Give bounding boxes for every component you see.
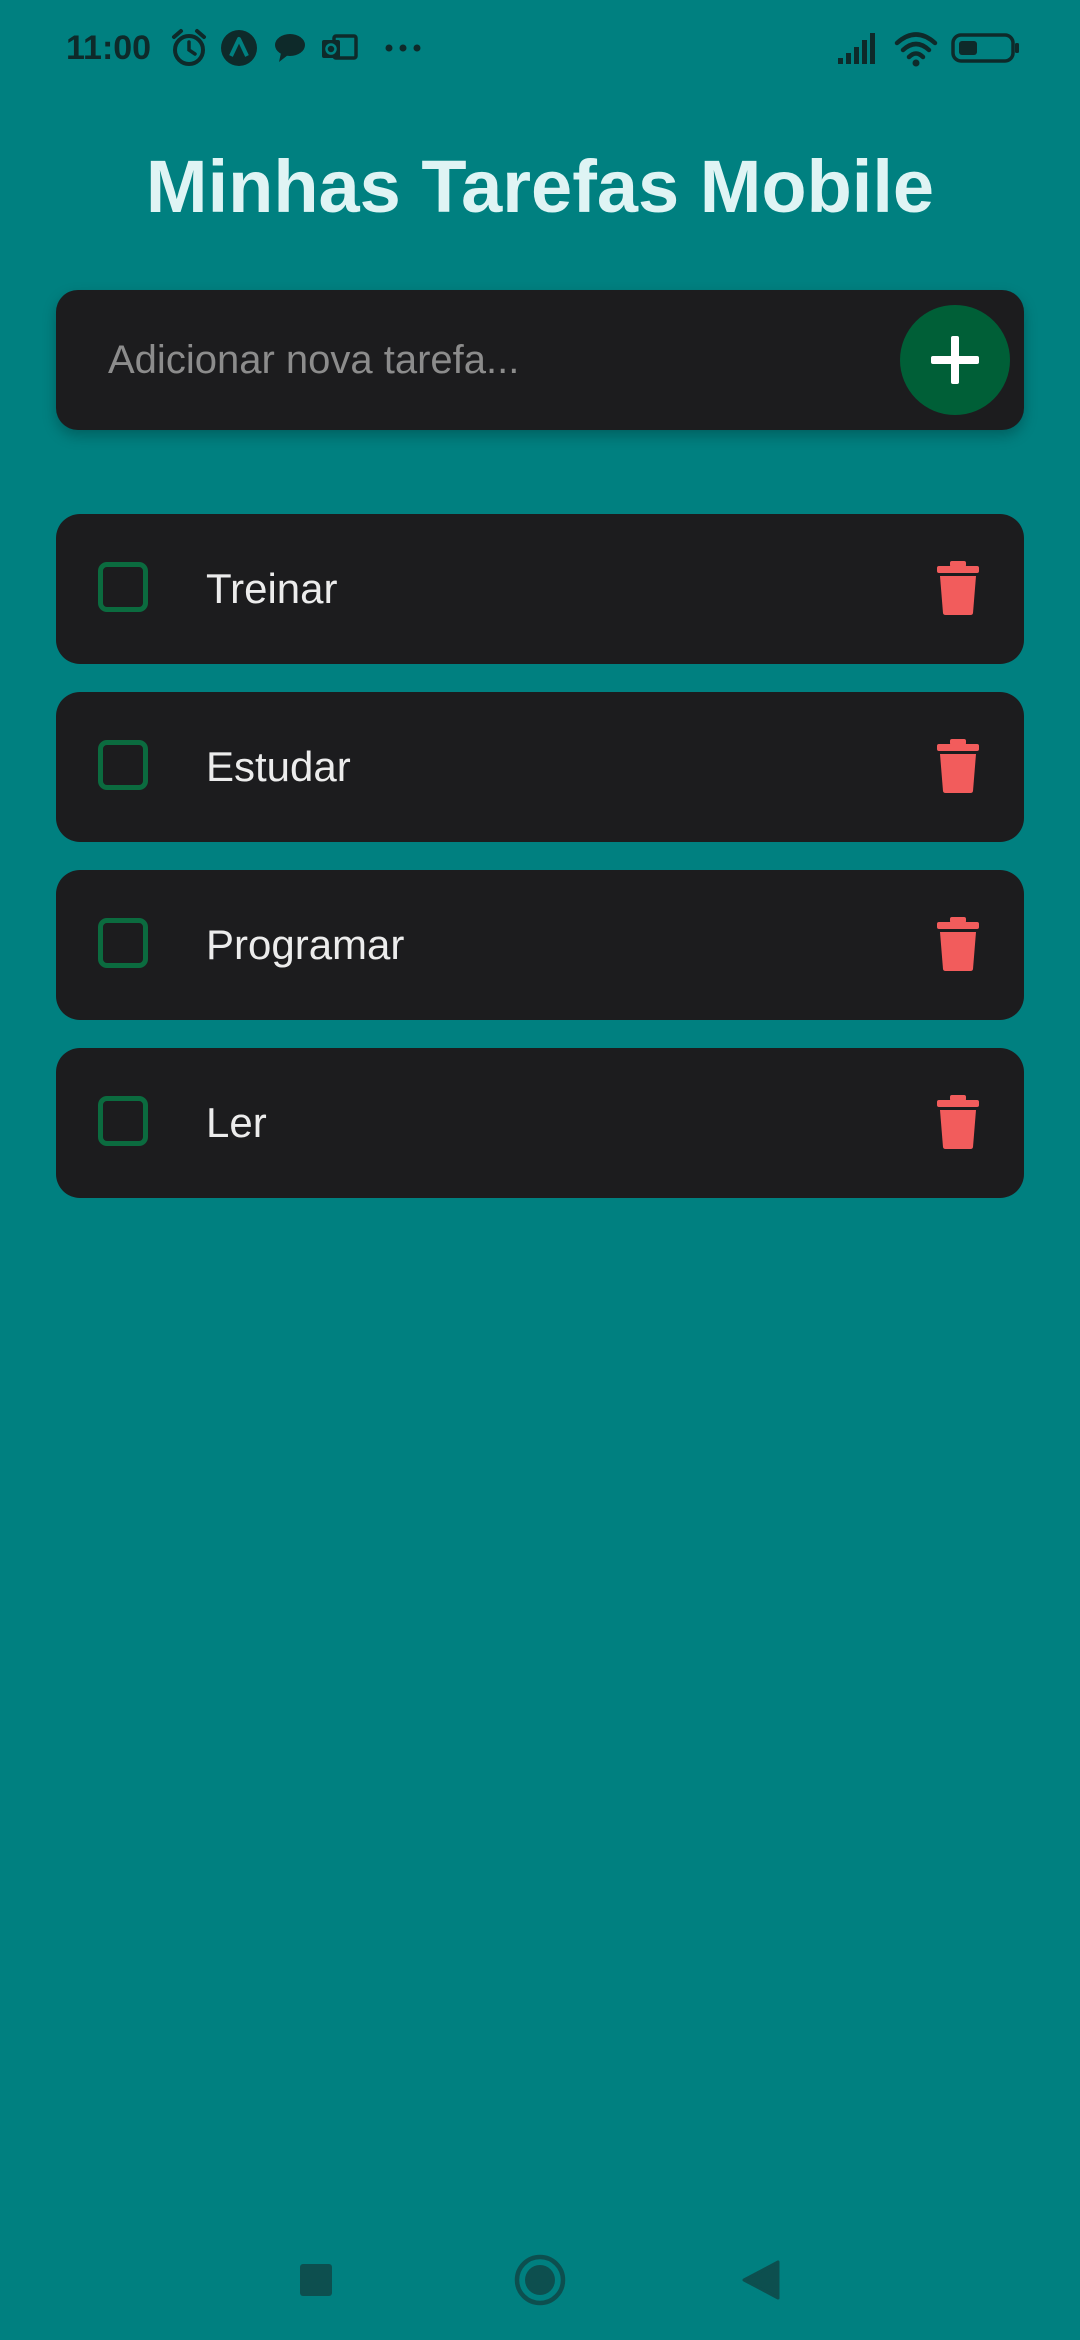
more-icon bbox=[384, 28, 422, 68]
task-label: Programar bbox=[206, 921, 405, 968]
outlook-icon bbox=[320, 28, 358, 68]
wifi-icon bbox=[894, 28, 938, 68]
delete-task-button[interactable] bbox=[936, 560, 980, 616]
task-item: Ler bbox=[56, 1048, 1024, 1198]
trash-icon bbox=[937, 1095, 979, 1149]
add-task-bar bbox=[56, 290, 1024, 430]
status-time: 11:00 bbox=[66, 29, 152, 67]
signal-icon bbox=[836, 28, 878, 68]
recent-apps-icon bbox=[300, 2264, 332, 2296]
chat-bubble-icon bbox=[272, 28, 308, 68]
back-button[interactable] bbox=[732, 2250, 792, 2310]
delete-task-button[interactable] bbox=[936, 916, 980, 972]
delete-task-button[interactable] bbox=[936, 738, 980, 794]
task-label: Estudar bbox=[206, 743, 351, 790]
task-checkbox[interactable] bbox=[98, 918, 148, 968]
home-button[interactable] bbox=[510, 2250, 570, 2310]
task-item: Estudar bbox=[56, 692, 1024, 842]
back-icon bbox=[742, 2260, 780, 2300]
task-label: Ler bbox=[206, 1099, 267, 1146]
app-a-icon bbox=[220, 28, 258, 68]
new-task-input[interactable] bbox=[108, 320, 888, 400]
task-item: Treinar bbox=[56, 514, 1024, 664]
trash-icon bbox=[937, 917, 979, 971]
delete-task-button[interactable] bbox=[936, 1094, 980, 1150]
task-checkbox[interactable] bbox=[98, 1096, 148, 1146]
plus-icon bbox=[931, 336, 979, 384]
page-title: Minhas Tarefas Mobile bbox=[145, 145, 935, 228]
task-list: Treinar Estudar Programar Ler bbox=[56, 514, 1024, 1226]
alarm-icon bbox=[170, 28, 208, 68]
task-checkbox[interactable] bbox=[98, 562, 148, 612]
task-checkbox[interactable] bbox=[98, 740, 148, 790]
recent-apps-button[interactable] bbox=[286, 2250, 346, 2310]
add-task-button[interactable] bbox=[900, 305, 1010, 415]
home-icon bbox=[514, 2254, 566, 2306]
navigation-bar bbox=[0, 2220, 1080, 2340]
battery-icon bbox=[950, 28, 1022, 68]
trash-icon bbox=[937, 739, 979, 793]
task-label: Treinar bbox=[206, 565, 338, 612]
task-item: Programar bbox=[56, 870, 1024, 1020]
trash-icon bbox=[937, 561, 979, 615]
status-bar: 11:00 bbox=[0, 0, 1080, 96]
